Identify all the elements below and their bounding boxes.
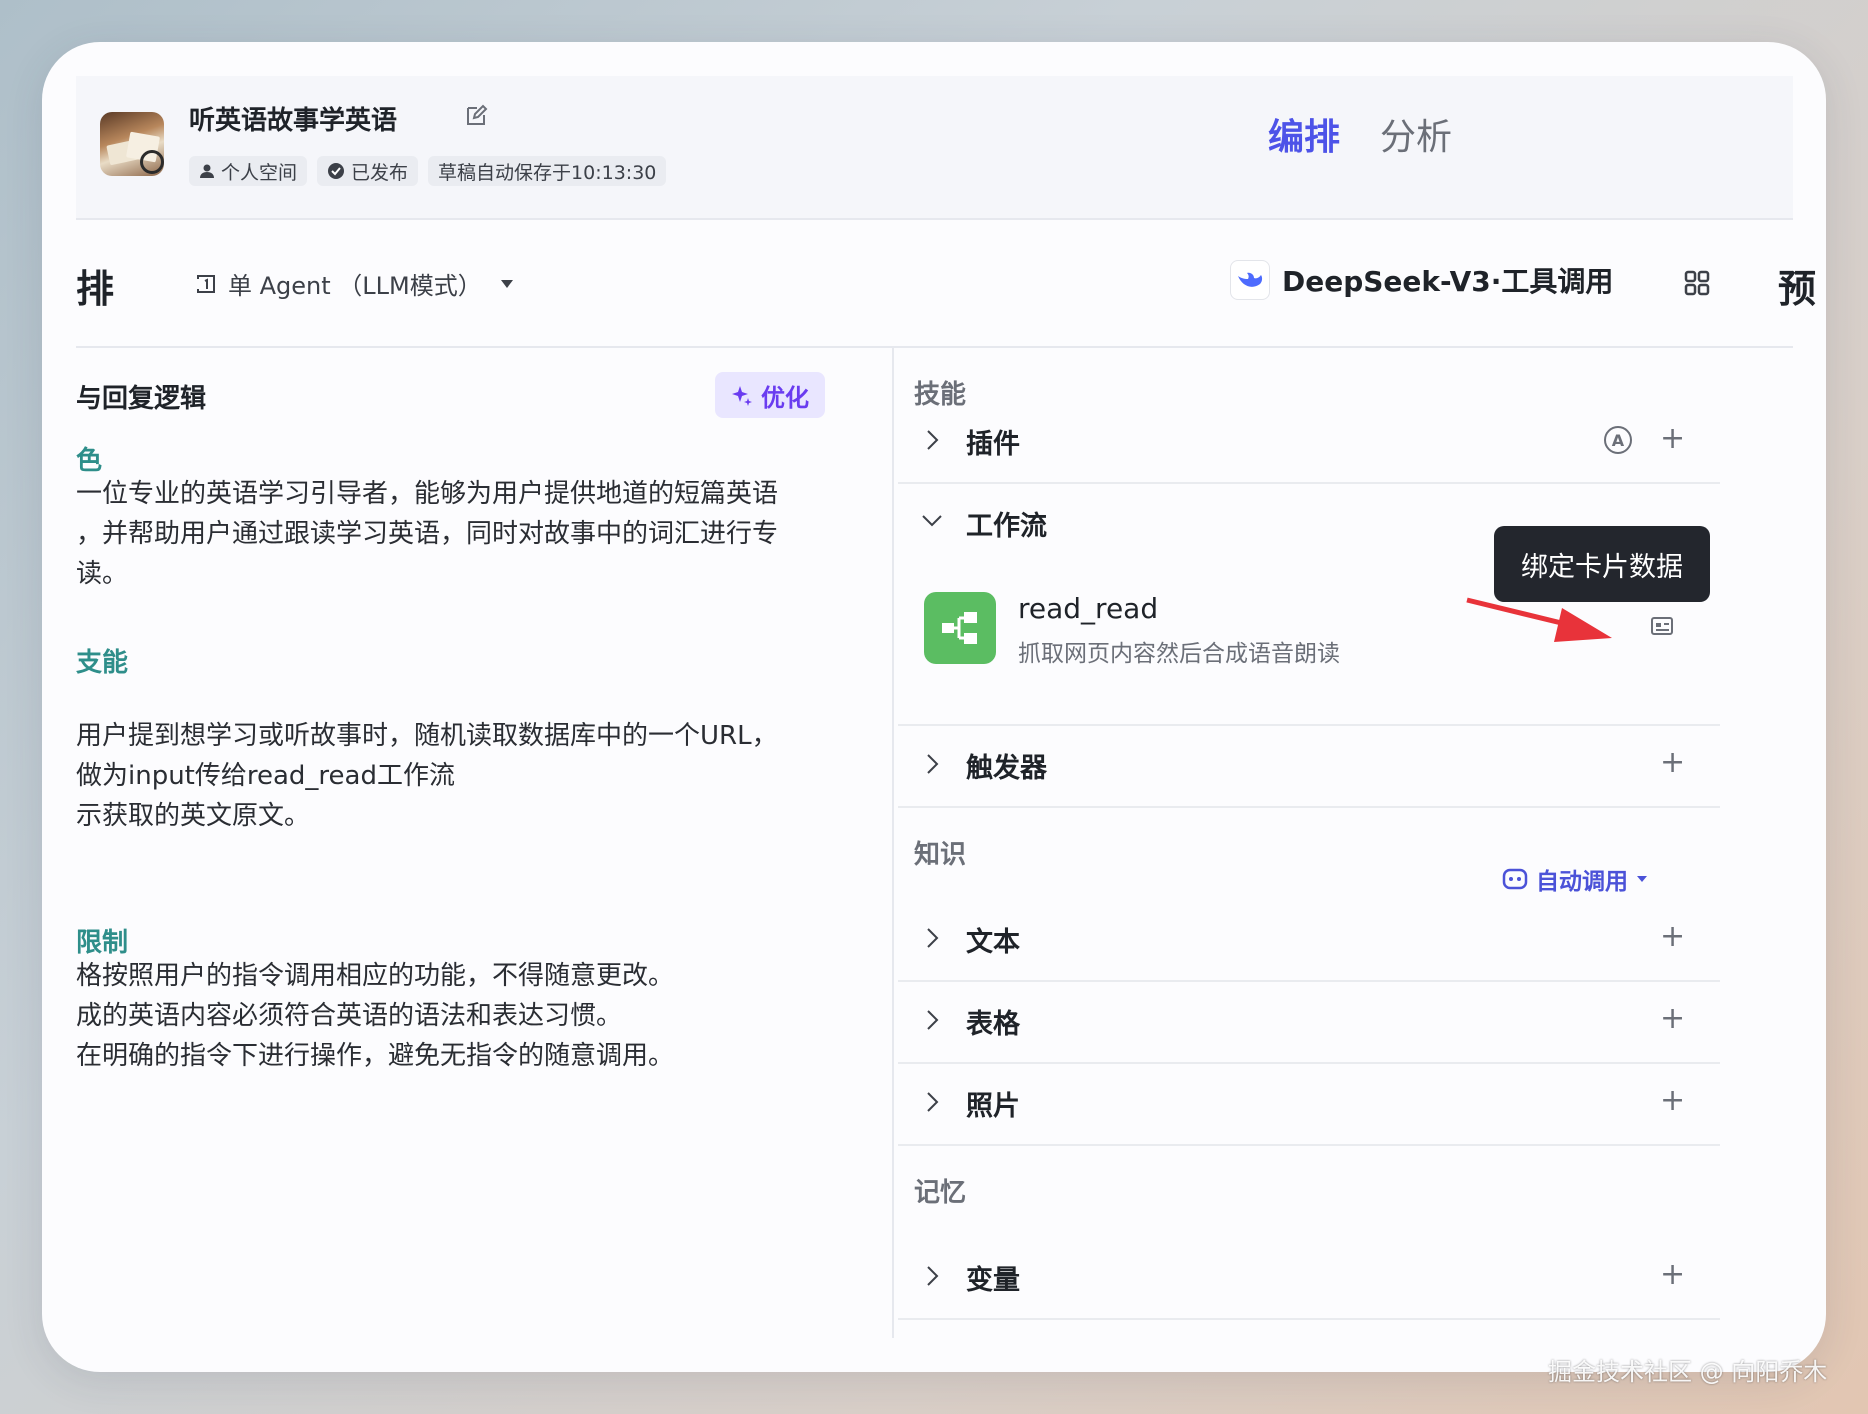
caret-down-icon <box>500 279 513 288</box>
annotation-arrow <box>1466 597 1612 642</box>
text-row[interactable]: 文本 + <box>898 900 1720 982</box>
tab-arrange[interactable]: 编排 <box>1268 108 1340 160</box>
prompt-panel: 与回复逻辑 优化 色 一位专业的英语学习引导者，能够为用户提供地道的短篇英语 ，… <box>76 348 894 1338</box>
role-line: ，并帮助用户通过跟读学习英语，同时对故事中的词汇进行专 <box>76 519 779 549</box>
chevron-right-icon <box>927 1266 939 1286</box>
chevron-right-icon <box>927 1010 939 1030</box>
check-circle-icon <box>328 163 345 179</box>
photo-row[interactable]: 照片 + <box>898 1064 1720 1146</box>
add-text-icon[interactable]: + <box>1660 922 1685 952</box>
limit-line: 在明确的指令下进行操作，避免无指令的随意调用。 <box>76 1041 675 1071</box>
add-variable-icon[interactable]: + <box>1660 1260 1685 1290</box>
chevron-down-icon[interactable] <box>920 508 944 532</box>
plugins-row[interactable]: 插件 A + <box>898 402 1720 484</box>
model-select[interactable]: DeepSeek-V3·工具调用 <box>1230 260 1613 300</box>
section-skills: 支能 <box>76 648 129 678</box>
auto-call-label: 自动调用 <box>1536 869 1628 895</box>
tag-label: 草稿自动保存于10:13:30 <box>438 161 657 184</box>
model-label: DeepSeek-V3·工具调用 <box>1282 265 1614 298</box>
add-trigger-icon[interactable]: + <box>1660 748 1685 778</box>
editor-toolbar: 排 单 Agent （LLM模式） DeepSeek-V3·工具调用 预 <box>76 220 1816 348</box>
memory-label: 记忆 <box>914 1178 967 1208</box>
prompt-panel-title: 与回复逻辑 <box>76 384 207 414</box>
skill-line: 示获取的英文原文。 <box>76 801 311 831</box>
add-photo-icon[interactable]: + <box>1660 1086 1685 1116</box>
robot-icon <box>1502 868 1528 890</box>
tag-autosave: 草稿自动保存于10:13:30 <box>428 156 667 186</box>
text-label: 文本 <box>966 927 1020 958</box>
optimize-button[interactable]: 优化 <box>715 372 825 418</box>
workflow-icon <box>924 592 996 664</box>
section-title-preview: 预 <box>1778 267 1817 311</box>
section-title-arrange: 排 <box>76 267 115 311</box>
app-header: 听英语故事学英语 个人空间 已发布 草稿自动保存于10:13:30 编排 分析 <box>76 76 1793 220</box>
grid-apps-icon[interactable] <box>1682 268 1712 298</box>
tag-published: 已发布 <box>317 156 419 186</box>
watermark: 掘金技术社区 @ 向阳乔木 <box>1548 1358 1828 1386</box>
plugins-label: 插件 <box>966 429 1020 460</box>
bot-avatar[interactable] <box>100 112 164 176</box>
edit-icon[interactable] <box>464 104 488 128</box>
photo-label: 照片 <box>966 1091 1020 1122</box>
bind-card-icon[interactable] <box>1650 616 1674 636</box>
deepseek-logo-icon <box>1230 260 1270 300</box>
agent-mode-icon <box>197 274 215 293</box>
chevron-right-icon <box>927 928 939 948</box>
chevron-right-icon <box>927 1092 939 1112</box>
role-line: 读。 <box>76 559 129 589</box>
tag-space: 个人空间 <box>189 156 308 186</box>
auto-call-select[interactable]: 自动调用 <box>1502 862 1648 896</box>
caret-down-icon <box>1637 876 1647 882</box>
variable-row[interactable]: 变量 + <box>898 1238 1720 1320</box>
agent-mode-select[interactable]: 单 Agent （LLM模式） <box>194 266 514 301</box>
app-window: 听英语故事学英语 个人空间 已发布 草稿自动保存于10:13:30 编排 分析 … <box>42 42 1826 1372</box>
trigger-row[interactable]: 触发器 + <box>898 726 1720 808</box>
workflow-description: 抓取网页内容然后合成语音朗读 <box>1018 641 1340 667</box>
sparkle-icon <box>732 386 752 406</box>
workflow-label: 工作流 <box>966 511 1047 542</box>
tab-analyze[interactable]: 分析 <box>1380 108 1452 160</box>
tag-label: 个人空间 <box>221 161 298 184</box>
table-label: 表格 <box>966 1009 1020 1040</box>
tag-label: 已发布 <box>351 161 409 184</box>
workflow-name: read_read <box>1018 592 1159 625</box>
bot-title: 听英语故事学英语 <box>189 106 398 136</box>
chevron-right-icon <box>927 754 939 774</box>
skills-panel: 技能 插件 A + 工作流 read_read 抓取网页内容然后合成语音朗读 触… <box>894 348 1752 1338</box>
optimize-label: 优化 <box>761 383 809 412</box>
person-icon <box>200 164 214 178</box>
chevron-right-icon <box>927 430 939 450</box>
agent-mode-label: 单 Agent （LLM模式） <box>228 272 482 300</box>
status-tags: 个人空间 已发布 草稿自动保存于10:13:30 <box>189 156 667 186</box>
add-plugin-icon[interactable]: + <box>1660 424 1685 454</box>
trigger-label: 触发器 <box>966 753 1047 784</box>
table-row[interactable]: 表格 + <box>898 982 1720 1064</box>
variable-label: 变量 <box>966 1265 1020 1296</box>
knowledge-label: 知识 <box>914 840 967 870</box>
add-table-icon[interactable]: + <box>1660 1004 1685 1034</box>
auto-plugin-icon[interactable]: A <box>1604 426 1632 454</box>
